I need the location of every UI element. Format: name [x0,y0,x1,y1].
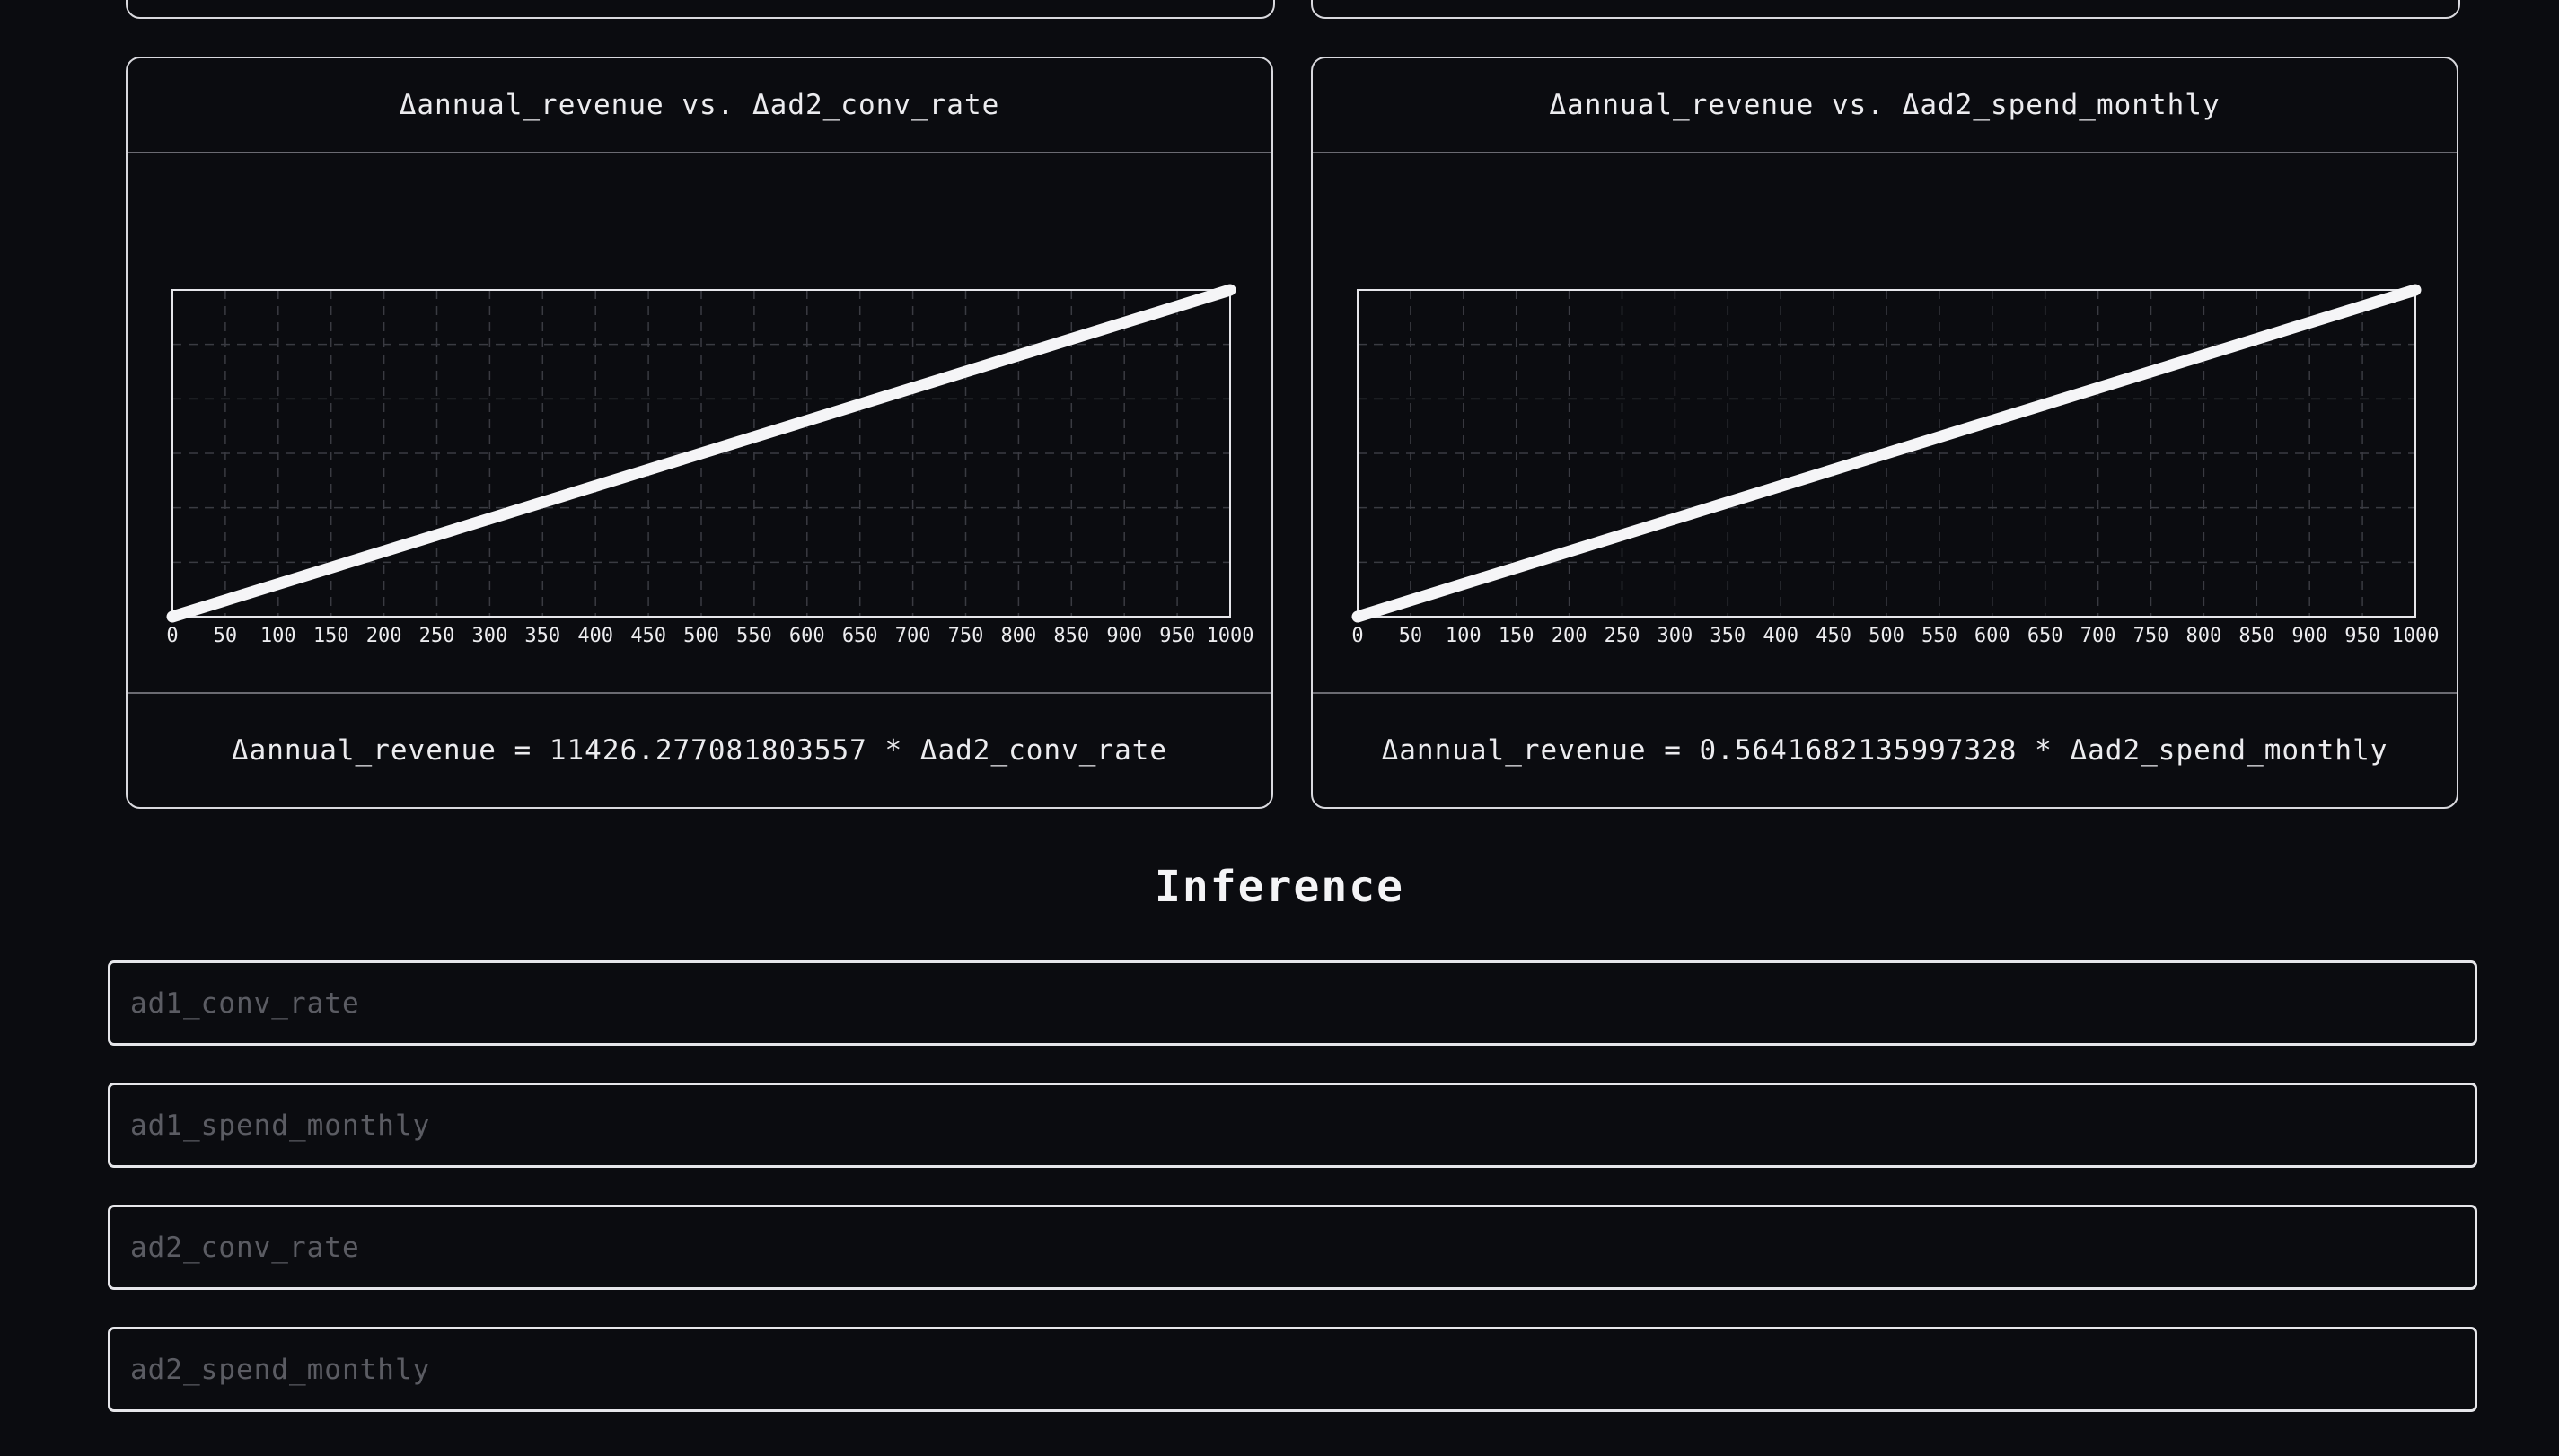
x-tick-label: 750 [948,625,984,647]
x-tick-label: 450 [630,625,666,647]
x-tick-label: 550 [736,625,772,647]
x-tick-label: 50 [214,625,238,647]
x-tick-label: 750 [2133,625,2169,647]
x-tick-label: 900 [2291,625,2327,647]
ad1-conv-rate-input[interactable] [108,960,2477,1046]
regression-equation: Δannual_revenue = 11426.277081803557 * Δ… [128,692,1271,807]
x-tick-label: 400 [577,625,613,647]
x-tick-label: 200 [1552,625,1587,647]
x-tick-label: 650 [2027,625,2063,647]
ad2-spend-monthly-input[interactable] [108,1327,2477,1412]
x-tick-label: 550 [1921,625,1957,647]
x-tick-label: 100 [260,625,296,647]
x-tick-label: 950 [2344,625,2380,647]
x-tick-label: 850 [2238,625,2274,647]
x-tick-label: 1000 [2392,625,2440,647]
x-tick-label: 50 [1399,625,1423,647]
x-tick-label: 300 [472,625,508,647]
line-chart: 0 50 100 150 200 250 300 350 400 450 500 550 600 650 7… [1351,284,2440,647]
x-tick-label: 350 [1710,625,1746,647]
x-tick-label: 600 [789,625,825,647]
chart-card-ad2-spend-monthly: Δannual_revenue vs. Δad2_spend_monthly 0… [1311,57,2458,809]
ad1-spend-monthly-input[interactable] [108,1083,2477,1168]
x-tick-label: 0 [1351,625,1363,647]
x-tick-label: 500 [683,625,719,647]
x-tick-label: 350 [524,625,560,647]
x-tick-label: 200 [366,625,402,647]
x-tick-label: 250 [1605,625,1640,647]
x-tick-label: 150 [1499,625,1535,647]
chart-title: Δannual_revenue vs. Δad2_conv_rate [128,58,1271,153]
x-tick-label: 300 [1658,625,1693,647]
ad2-conv-rate-input[interactable] [108,1205,2477,1290]
x-tick-label: 400 [1763,625,1798,647]
x-tick-label: 150 [313,625,349,647]
x-tick-label: 450 [1816,625,1851,647]
x-tick-label: 100 [1446,625,1482,647]
x-tick-label: 700 [2080,625,2116,647]
chart-title: Δannual_revenue vs. Δad2_spend_monthly [1313,58,2457,153]
chart-card-ad2-conv-rate: Δannual_revenue vs. Δad2_conv_rate 0 50 10… [126,57,1273,809]
x-tick-label: 950 [1159,625,1195,647]
x-tick-label: 600 [1974,625,2010,647]
x-tick-label: 250 [419,625,455,647]
x-tick-label: 700 [895,625,931,647]
regression-equation: Δannual_revenue = 0.5641682135997328 * Δ… [1313,692,2457,807]
x-tick-label: 800 [1001,625,1037,647]
x-tick-label: 0 [166,625,178,647]
x-tick-label: 500 [1869,625,1904,647]
inference-heading: Inference [1154,862,1405,912]
x-tick-label: 800 [2186,625,2222,647]
x-tick-label: 850 [1053,625,1089,647]
previous-card-right [1311,0,2460,19]
previous-card-left [126,0,1275,19]
x-tick-label: 1000 [1207,625,1254,647]
x-tick-label: 900 [1106,625,1142,647]
x-tick-label: 650 [842,625,878,647]
line-chart: 0 50 100 150 200 250 300 350 400 450 500 550 600 650 7… [166,284,1254,647]
